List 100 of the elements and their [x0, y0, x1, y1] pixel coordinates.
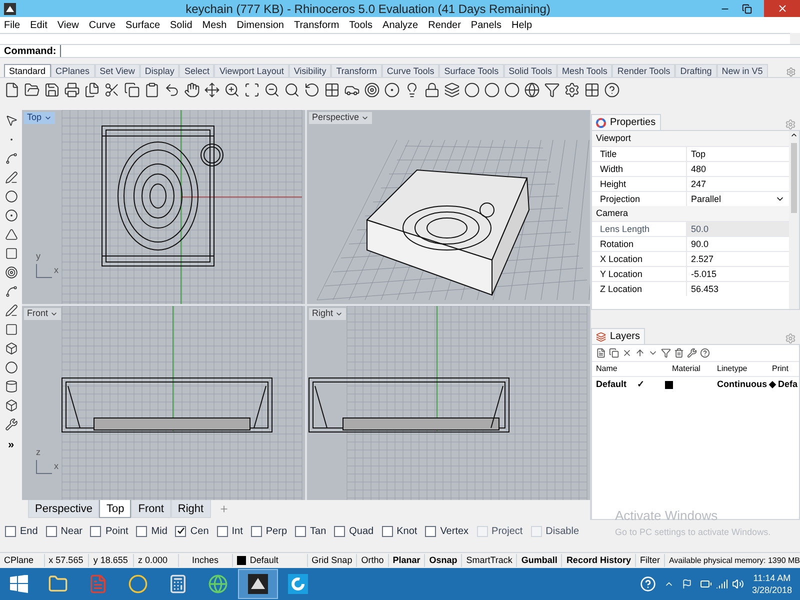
menu-item[interactable]: Render	[428, 18, 461, 32]
pages-icon[interactable]	[84, 82, 100, 98]
layers-icon[interactable]	[444, 82, 460, 98]
property-value[interactable]: Parallel	[687, 192, 789, 206]
dropdown-icon[interactable]	[44, 114, 52, 122]
menu-item[interactable]: Transform	[294, 18, 340, 32]
current-layer[interactable]: Default	[250, 554, 278, 568]
menu-item[interactable]: Dimension	[236, 18, 284, 32]
search-icon[interactable]	[284, 82, 300, 98]
dropdown-icon[interactable]	[361, 114, 370, 122]
checkbox[interactable]	[334, 526, 346, 536]
viewport[interactable]: Front z x	[22, 306, 305, 500]
status-toggle[interactable]: Osnap	[425, 554, 462, 568]
flag-icon[interactable]	[682, 579, 692, 589]
property-value[interactable]: Top	[687, 147, 789, 161]
property-value[interactable]: 247	[687, 177, 789, 191]
delete-icon[interactable]	[622, 348, 632, 358]
status-toggle[interactable]: Planar	[388, 554, 426, 568]
toolbar-tab[interactable]: Curve Tools	[382, 64, 440, 77]
wrench-icon[interactable]	[687, 348, 697, 358]
viewport-tab[interactable]: Perspective	[28, 500, 100, 518]
menu-item[interactable]: Panels	[470, 18, 502, 32]
viewport-tab[interactable]: Top	[99, 500, 132, 518]
toolbar-tab[interactable]: Render Tools	[612, 64, 676, 77]
toolbar-tab[interactable]: Visibility	[288, 64, 332, 77]
copy-icon[interactable]	[609, 348, 619, 358]
property-value[interactable]: 56.453	[687, 282, 789, 296]
menu-item[interactable]: Surface	[126, 18, 160, 32]
scissors-icon[interactable]	[104, 82, 120, 98]
zoom-in-icon[interactable]	[224, 82, 240, 98]
status-toggle[interactable]: Gumball	[517, 554, 562, 568]
funnel-icon[interactable]	[661, 348, 671, 358]
status-toggle[interactable]: Ortho	[357, 554, 389, 568]
viewport-label[interactable]: Front	[24, 308, 62, 320]
close-button[interactable]	[764, 0, 800, 17]
toolbar-tab[interactable]: Display	[140, 64, 180, 77]
volume-icon[interactable]	[732, 578, 744, 590]
windows-start-icon[interactable]	[10, 575, 28, 593]
menu-item[interactable]: File	[4, 18, 20, 32]
viewport[interactable]: Perspective	[307, 110, 590, 304]
printer-icon[interactable]	[64, 82, 80, 98]
lock-icon[interactable]	[424, 82, 440, 98]
status-toggle[interactable]: Record History	[562, 554, 636, 568]
pointer-icon[interactable]	[4, 114, 18, 127]
menu-item[interactable]: Mesh	[202, 18, 227, 32]
checkbox[interactable]	[216, 526, 228, 536]
checkbox[interactable]	[90, 526, 102, 536]
property-value[interactable]: -5.015	[687, 267, 789, 281]
battery-icon[interactable]	[700, 578, 712, 590]
viewport-tab[interactable]: Right	[170, 500, 211, 518]
expand-chevron[interactable]: »	[8, 437, 14, 454]
toolbar-tab[interactable]: New in V5	[716, 64, 768, 77]
viewport-tab[interactable]: Front	[131, 500, 171, 518]
panel-tab[interactable]: Properties	[591, 114, 661, 130]
circle-center-icon[interactable]	[4, 209, 18, 222]
toolbar-tab[interactable]: Mesh Tools	[556, 64, 612, 77]
toolbar-tab[interactable]: Select	[179, 64, 214, 77]
scroll-up-icon[interactable]	[790, 131, 798, 139]
copy-icon[interactable]	[124, 82, 140, 98]
status-toggle[interactable]: Filter	[636, 554, 665, 568]
property-value[interactable]: 480	[687, 162, 789, 176]
checkbox[interactable]	[295, 526, 306, 536]
solid-icon[interactable]	[4, 399, 18, 412]
layer-name[interactable]: Default	[592, 378, 637, 392]
checkbox[interactable]	[136, 526, 148, 536]
trash-icon[interactable]	[674, 348, 684, 358]
menu-item[interactable]: Help	[512, 18, 532, 32]
viewport[interactable]: Top y x	[22, 110, 305, 304]
property-value[interactable]: 90.0	[687, 237, 789, 251]
rotate-icon[interactable]	[304, 82, 320, 98]
viewport-label[interactable]: Perspective	[309, 112, 372, 124]
toolbar-tab[interactable]: Drafting	[675, 64, 717, 77]
clock-time[interactable]: 11:14 AM	[753, 572, 791, 584]
checkbox[interactable]	[46, 526, 57, 536]
clipboard-icon[interactable]	[144, 82, 160, 98]
toolbar-tab[interactable]: Surface Tools	[439, 64, 504, 77]
globe-icon[interactable]	[524, 82, 540, 98]
toolbar-tab[interactable]: Transform	[331, 64, 382, 77]
pen-icon[interactable]	[4, 304, 18, 317]
scrollbar[interactable]	[789, 131, 799, 309]
hand-icon[interactable]	[184, 82, 200, 98]
funnel-icon[interactable]	[544, 82, 560, 98]
toolbar-tab[interactable]: Viewport Layout	[214, 64, 289, 77]
circle-icon[interactable]	[4, 190, 18, 203]
spline-icon[interactable]	[4, 285, 18, 298]
viewport-label[interactable]: Top	[24, 112, 55, 124]
checkbox[interactable]	[250, 526, 262, 536]
toolbar-tab[interactable]: Solid Tools	[504, 64, 557, 77]
circle-icon[interactable]	[384, 82, 400, 98]
up-arrow-icon[interactable]	[635, 348, 645, 358]
target-icon[interactable]	[364, 82, 380, 98]
taskbar-button[interactable]	[238, 569, 278, 599]
rectangle-icon[interactable]	[4, 247, 18, 260]
zoom-frame-icon[interactable]	[244, 82, 260, 98]
property-value[interactable]: 2.527	[687, 252, 789, 266]
toolbar-tab[interactable]: Standard	[4, 64, 51, 77]
toolbar-tab[interactable]: Set View	[94, 64, 140, 77]
checkbox[interactable]	[425, 526, 436, 536]
new-file-icon[interactable]	[4, 82, 20, 98]
gear-icon[interactable]	[564, 82, 580, 98]
